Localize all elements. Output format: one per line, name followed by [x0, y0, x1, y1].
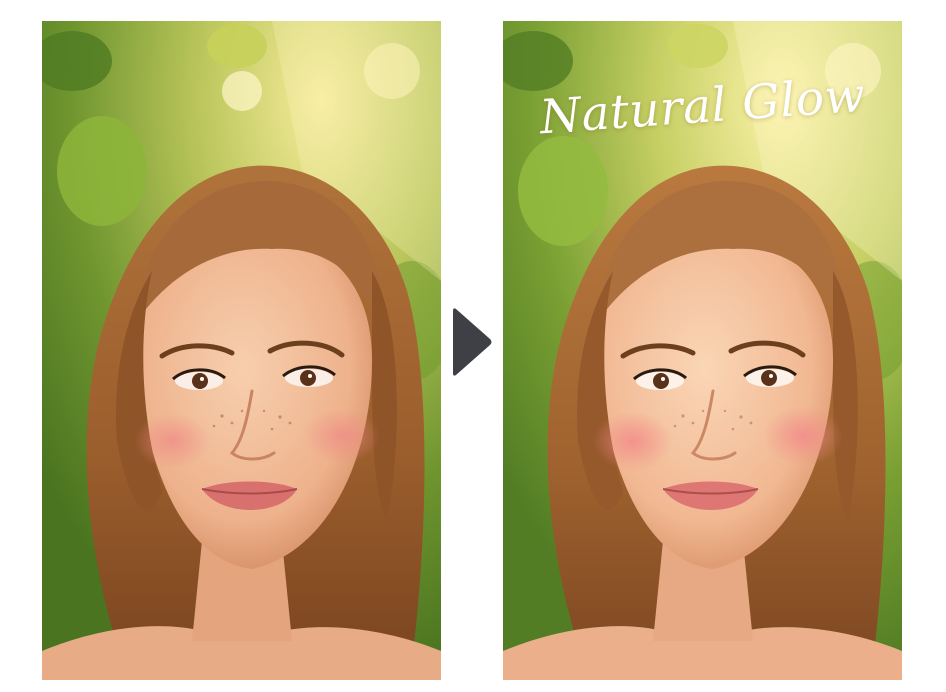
before-photo	[42, 21, 441, 680]
before-after-comparison: Natural Glow	[0, 0, 946, 692]
play-triangle-icon	[453, 308, 492, 376]
after-photo: Natural Glow	[503, 21, 902, 680]
portrait-illustration	[42, 21, 441, 680]
